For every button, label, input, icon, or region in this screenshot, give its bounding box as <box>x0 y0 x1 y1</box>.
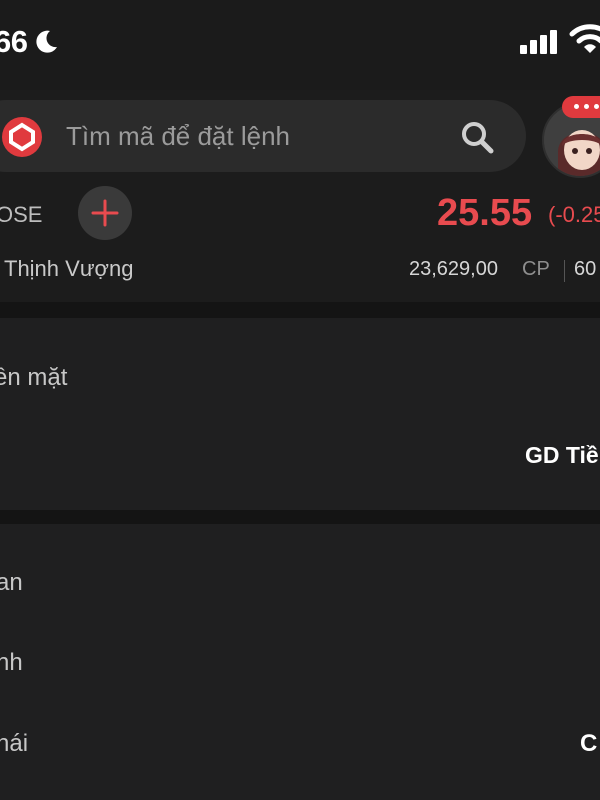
logo-icon <box>2 117 42 157</box>
plus-icon <box>91 199 119 227</box>
detail-row-value[interactable]: C <box>580 730 597 758</box>
trade-value: 60 <box>574 258 597 280</box>
detail-row-label[interactable]: an <box>0 569 23 597</box>
order-row-label: | <box>0 442 2 468</box>
price-change: (-0.25 <box>548 202 600 227</box>
search-icon[interactable] <box>458 118 496 156</box>
trade-type-value[interactable]: GD Tiề <box>525 442 599 469</box>
payment-method-label[interactable]: ền mặt <box>0 364 67 392</box>
chat-badge-icon <box>562 96 600 118</box>
detail-row-label[interactable]: nh <box>0 649 23 677</box>
details-section: an nh hái C <box>0 524 600 800</box>
stock-price: 25.55 <box>437 192 533 234</box>
signal-icon <box>520 30 557 54</box>
status-bar: 66 <box>0 0 600 90</box>
divider <box>564 260 565 282</box>
moon-icon <box>36 30 57 53</box>
order-section: ền mặt | GD Tiề <box>0 318 600 510</box>
exchange-label: OSE <box>0 202 43 227</box>
wifi-icon <box>569 24 600 53</box>
detail-row-label[interactable]: hái <box>0 730 28 758</box>
company-name: Thịnh Vượng <box>4 256 134 281</box>
volume-value: 23,629,00 <box>409 258 498 280</box>
search-bar[interactable]: Tìm mã để đặt lệnh <box>0 100 526 172</box>
volume-unit: CP <box>522 258 550 280</box>
search-input[interactable]: Tìm mã để đặt lệnh <box>66 121 290 152</box>
status-time: 66 <box>0 24 28 59</box>
add-button[interactable] <box>78 186 132 240</box>
